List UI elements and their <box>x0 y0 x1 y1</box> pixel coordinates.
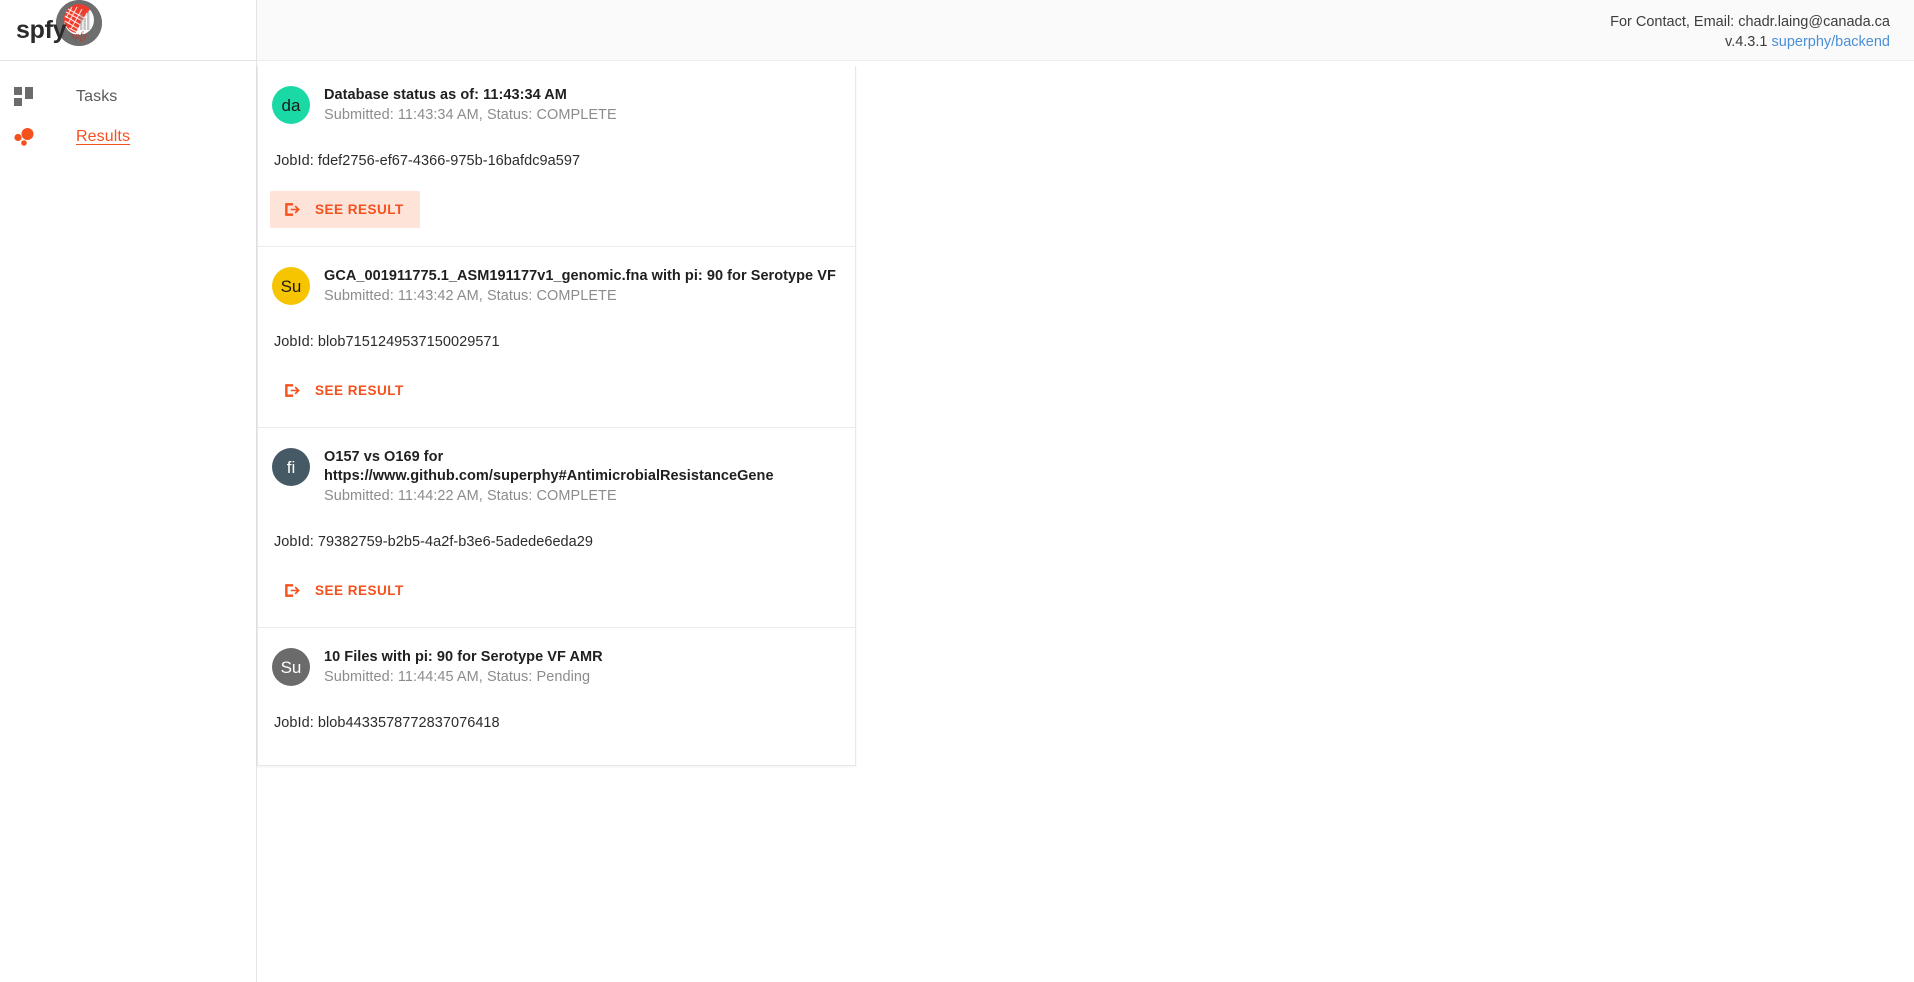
result-card-actions: SEE RESULT <box>270 572 841 627</box>
result-card-spacer <box>272 731 841 765</box>
input-arrow-icon <box>282 581 301 600</box>
result-card-text: O157 vs O169 for https://www.github.com/… <box>324 446 841 506</box>
see-result-label: SEE RESULT <box>315 202 404 217</box>
see-result-button[interactable]: SEE RESULT <box>270 372 420 409</box>
result-card-actions: SEE RESULT <box>270 372 841 427</box>
main-content: da Database status as of: 11:43:34 AM Subm… <box>257 61 1914 982</box>
brand-header: spfy spfy <box>0 0 256 61</box>
result-card-header: da Database status as of: 11:43:34 AM Subm… <box>272 80 841 125</box>
dashboard-grid-icon <box>14 87 48 107</box>
result-card-subtitle: Submitted: 11:43:34 AM, Status: COMPLETE <box>324 107 617 123</box>
input-arrow-icon <box>282 381 301 400</box>
see-result-button[interactable]: SEE RESULT <box>270 572 420 609</box>
input-arrow-icon <box>282 200 301 219</box>
contact-info: For Contact, Email: chadr.laing@canada.c… <box>1610 12 1890 52</box>
result-card-title: Database status as of: 11:43:34 AM <box>324 87 567 103</box>
result-card-actions: SEE RESULT <box>270 191 841 246</box>
avatar: Su <box>272 648 310 686</box>
results-card-stack: da Database status as of: 11:43:34 AM Subm… <box>257 66 856 766</box>
avatar: Su <box>272 267 310 305</box>
result-card-jobid: JobId: 79382759-b2b5-4a2f-b3e6-5adede6ed… <box>274 534 594 550</box>
version-text: v.4.3.1 <box>1725 34 1768 50</box>
svg-text:spfy: spfy <box>71 31 88 42</box>
sidebar-nav: Tasks Results <box>0 61 256 157</box>
sidebar: spfy spfy Tasks Results <box>0 0 257 982</box>
result-card-title: 10 Files with pi: 90 for Serotype VF AMR <box>324 649 603 665</box>
version-line: v.4.3.1 superphy/backend <box>1610 32 1890 52</box>
result-card-header: Su 10 Files with pi: 90 for Serotype VF A… <box>272 642 841 687</box>
see-result-button[interactable]: SEE RESULT <box>270 191 420 228</box>
result-card-header: fi O157 vs O169 for https://www.github.co… <box>272 442 841 506</box>
result-card: da Database status as of: 11:43:34 AM Subm… <box>258 66 855 247</box>
result-card-subtitle: Submitted: 11:44:22 AM, Status: COMPLETE <box>324 488 617 504</box>
result-card-text: GCA_001911775.1_ASM191177v1_genomic.fna … <box>324 265 836 306</box>
repo-link[interactable]: superphy/backend <box>1772 34 1891 50</box>
topbar: For Contact, Email: chadr.laing@canada.c… <box>257 0 1914 61</box>
sidebar-item-tasks[interactable]: Tasks <box>0 77 256 117</box>
contact-email-text: For Contact, Email: chadr.laing@canada.c… <box>1610 14 1890 30</box>
result-card: Su 10 Files with pi: 90 for Serotype VF A… <box>258 628 855 765</box>
result-card-subtitle: Submitted: 11:44:45 AM, Status: Pending <box>324 669 591 685</box>
see-result-label: SEE RESULT <box>315 383 404 398</box>
sidebar-item-label-tasks: Tasks <box>76 88 118 105</box>
avatar: fi <box>272 448 310 486</box>
result-card-title: O157 vs O169 for https://www.github.com/… <box>324 449 774 484</box>
bubble-chart-icon <box>14 127 48 147</box>
result-card-subtitle: Submitted: 11:43:42 AM, Status: COMPLETE <box>324 288 617 304</box>
result-card-header: Su GCA_001911775.1_ASM191177v1_genomic.fn… <box>272 261 841 306</box>
see-result-label: SEE RESULT <box>315 583 404 598</box>
result-card-text: 10 Files with pi: 90 for Serotype VF AMR… <box>324 646 603 687</box>
result-card-jobid: JobId: blob7151249537150029571 <box>274 334 500 350</box>
result-card-text: Database status as of: 11:43:34 AM Submit… <box>324 84 617 125</box>
sidebar-item-label-results: Results <box>76 128 131 145</box>
brand-title: spfy <box>16 15 67 44</box>
app-root: spfy spfy Tasks Results For Contact, Ema… <box>0 0 1914 982</box>
result-card-title: GCA_001911775.1_ASM191177v1_genomic.fna … <box>324 268 836 284</box>
avatar: da <box>272 86 310 124</box>
result-card-jobid: JobId: fdef2756-ef67-4366-975b-16bafdc9a… <box>274 153 581 169</box>
result-card: fi O157 vs O169 for https://www.github.co… <box>258 428 855 628</box>
result-card: Su GCA_001911775.1_ASM191177v1_genomic.fn… <box>258 247 855 428</box>
result-card-jobid: JobId: blob4433578772837076418 <box>274 715 500 731</box>
sidebar-item-results[interactable]: Results <box>0 117 256 157</box>
